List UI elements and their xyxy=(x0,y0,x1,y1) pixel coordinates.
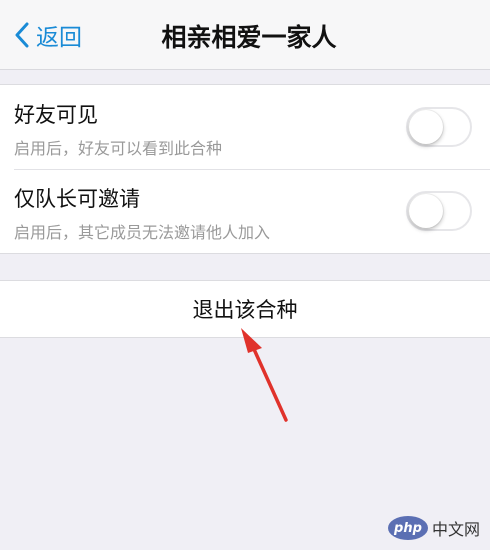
leave-team-button[interactable]: 退出该合种 xyxy=(0,280,490,338)
setting-row-friends-visible: 好友可见 启用后，好友可以看到此合种 xyxy=(0,85,490,169)
setting-row-captain-invite: 仅队长可邀请 启用后，其它成员无法邀请他人加入 xyxy=(0,169,490,253)
watermark: php 中文网 xyxy=(387,516,480,540)
settings-group: 好友可见 启用后，好友可以看到此合种 仅队长可邀请 启用后，其它成员无法邀请他人… xyxy=(0,84,490,254)
nav-bar: 返回 相亲相爱一家人 xyxy=(0,0,490,70)
screen: 返回 相亲相爱一家人 好友可见 启用后，好友可以看到此合种 仅队长可邀请 启用后… xyxy=(0,0,490,550)
captain-only-invite-toggle[interactable] xyxy=(406,191,472,231)
red-arrow-annotation xyxy=(241,328,288,422)
toggle-knob xyxy=(409,194,443,228)
friends-visible-toggle[interactable] xyxy=(406,107,472,147)
setting-title: 仅队长可邀请 xyxy=(14,187,140,211)
toggle-knob xyxy=(409,110,443,144)
setting-subtitle: 启用后，好友可以看到此合种 xyxy=(14,139,223,158)
page-title: 相亲相爱一家人 xyxy=(161,23,337,52)
arrow-shaft xyxy=(251,345,288,422)
watermark-text: 中文网 xyxy=(431,520,480,539)
setting-title: 好友可见 xyxy=(14,103,98,127)
leave-team-label: 退出该合种 xyxy=(192,298,298,322)
php-logo: php xyxy=(387,516,428,540)
setting-subtitle: 启用后，其它成员无法邀请他人加入 xyxy=(14,223,271,242)
